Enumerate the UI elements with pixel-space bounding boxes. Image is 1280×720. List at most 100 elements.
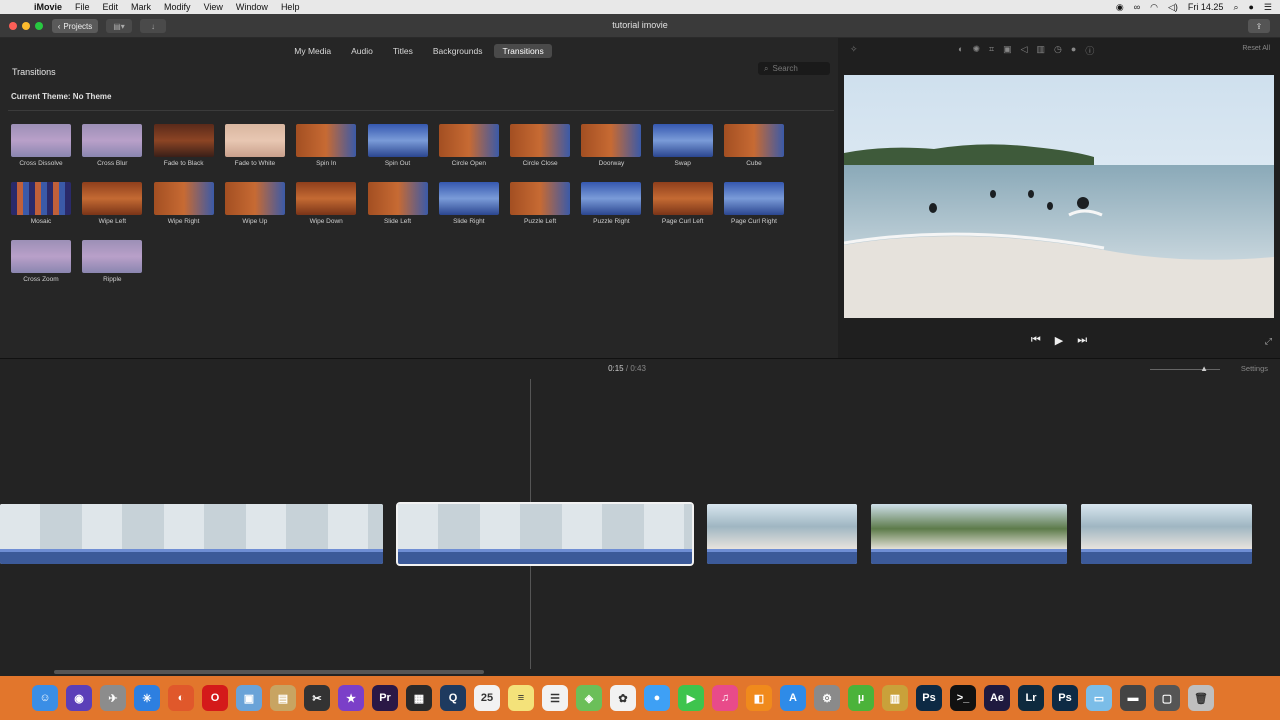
speed-icon[interactable]: ◷ [1054, 44, 1062, 57]
tab-titles[interactable]: Titles [385, 44, 421, 58]
launchpad-icon[interactable]: ✈ [100, 685, 126, 711]
ibooks-icon[interactable]: ◧ [746, 685, 772, 711]
spotlight-icon[interactable]: ⌕ [1233, 2, 1238, 13]
transition-item[interactable]: Spin Out [367, 124, 428, 167]
preview-icon[interactable]: ▣ [236, 685, 262, 711]
clapper-icon[interactable]: ▦ [406, 685, 432, 711]
menu-modify[interactable]: Modify [164, 2, 191, 12]
equalizer-icon[interactable]: ▥ [1037, 44, 1046, 57]
wifi-icon[interactable]: ◠ [1150, 2, 1158, 13]
transition-item[interactable]: Page Curl Left [652, 182, 713, 225]
itunes-icon[interactable]: ♫ [712, 685, 738, 711]
volume-adjust-icon[interactable]: ◁ [1021, 44, 1028, 57]
final-cut-icon[interactable]: ✂ [304, 685, 330, 711]
photoshop-icon[interactable]: Ps [916, 685, 942, 711]
transition-item[interactable]: Doorway [581, 124, 642, 167]
clock[interactable]: Fri 14.25 [1188, 2, 1224, 12]
skip-back-icon[interactable]: ⏮ [1031, 334, 1041, 347]
timeline-clip[interactable] [0, 504, 383, 564]
quicktime-icon[interactable]: Q [440, 685, 466, 711]
transition-item[interactable]: Puzzle Left [510, 182, 571, 225]
timeline-clip[interactable] [1081, 504, 1252, 564]
video-preview[interactable] [844, 75, 1274, 318]
transition-item[interactable]: Fade to White [224, 124, 285, 167]
after-effects-icon[interactable]: Ae [984, 685, 1010, 711]
transition-item[interactable]: Puzzle Right [581, 182, 642, 225]
transition-item[interactable]: Ripple [82, 240, 143, 283]
share-icon[interactable]: ⇪ [1248, 19, 1270, 33]
transition-item[interactable]: Cube [724, 124, 784, 167]
window-icon[interactable]: ▬ [1120, 685, 1146, 711]
timeline-clip[interactable] [396, 502, 694, 566]
firefox-icon[interactable]: ◐ [168, 685, 194, 711]
maps-icon[interactable]: ◈ [576, 685, 602, 711]
fullscreen-icon[interactable]: ⤢ [1265, 336, 1272, 347]
crop-icon[interactable]: ⌗ [989, 44, 994, 57]
timeline-clip[interactable] [707, 504, 857, 564]
notification-center-icon[interactable]: ☰ [1264, 2, 1272, 13]
photoshop-2-icon[interactable]: Ps [1052, 685, 1078, 711]
utorrent-icon[interactable]: µ [848, 685, 874, 711]
downloads-folder-icon[interactable]: ▭ [1086, 685, 1112, 711]
transition-item[interactable]: Mosaic [11, 182, 71, 225]
transition-item[interactable]: Slide Left [367, 182, 428, 225]
search-field[interactable]: ⌕ Search [758, 62, 830, 75]
opera-icon[interactable]: O [202, 685, 228, 711]
premiere-icon[interactable]: Pr [372, 685, 398, 711]
record-icon[interactable]: ◉ [1116, 2, 1124, 13]
filter-icon[interactable]: ● [1071, 44, 1076, 57]
transition-item[interactable]: Wipe Up [224, 182, 285, 225]
transition-item[interactable]: Slide Right [438, 182, 499, 225]
archive-icon[interactable]: ▥ [882, 685, 908, 711]
notes-icon[interactable]: ≡ [508, 685, 534, 711]
transition-item[interactable]: Page Curl Right [724, 182, 784, 225]
transition-item[interactable]: Cross Dissolve [11, 124, 71, 167]
messages-icon[interactable]: ● [644, 685, 670, 711]
menu-edit[interactable]: Edit [103, 2, 119, 12]
menu-window[interactable]: Window [236, 2, 268, 12]
transition-item[interactable]: Swap [652, 124, 713, 167]
lightroom-icon[interactable]: Lr [1018, 685, 1044, 711]
transition-item[interactable]: Cross Blur [82, 124, 143, 167]
facetime-icon[interactable]: ▶ [678, 685, 704, 711]
notes-folder-icon[interactable]: ▤ [270, 685, 296, 711]
finder-icon[interactable]: ☺ [32, 685, 58, 711]
screen-icon[interactable]: ▢ [1154, 685, 1180, 711]
safari-icon[interactable]: ✳ [134, 685, 160, 711]
transition-item[interactable]: Cross Zoom [11, 240, 71, 283]
stabilization-icon[interactable]: ▣ [1003, 44, 1012, 57]
settings-button[interactable]: Settings [1241, 364, 1268, 373]
terminal-icon[interactable]: >_ [950, 685, 976, 711]
transition-item[interactable]: Spin In [296, 124, 357, 167]
timeline-clip[interactable] [871, 504, 1067, 564]
transition-item[interactable]: Circle Open [438, 124, 499, 167]
menu-file[interactable]: File [75, 2, 90, 12]
transition-item[interactable]: Circle Close [510, 124, 571, 167]
skip-forward-icon[interactable]: ⏭ [1077, 334, 1087, 347]
transition-item[interactable]: Wipe Left [82, 182, 143, 225]
zoom-slider-track[interactable] [1150, 369, 1220, 370]
play-icon[interactable]: ▶ [1055, 334, 1063, 347]
horizontal-scrollbar[interactable] [54, 670, 484, 674]
transition-item[interactable]: Wipe Down [296, 182, 357, 225]
reset-all-button[interactable]: Reset All [1242, 45, 1270, 52]
color-balance-icon[interactable]: ◐ [958, 44, 963, 57]
tab-my-media[interactable]: My Media [286, 44, 339, 58]
menu-app[interactable]: iMovie [34, 2, 62, 12]
imovie-icon[interactable]: ★ [338, 685, 364, 711]
photos-icon[interactable]: ✿ [610, 685, 636, 711]
tab-backgrounds[interactable]: Backgrounds [425, 44, 491, 58]
user-icon[interactable]: ● [1248, 2, 1253, 12]
transition-item[interactable]: Wipe Right [153, 182, 214, 225]
menu-mark[interactable]: Mark [131, 2, 151, 12]
system-preferences-icon[interactable]: ⚙ [814, 685, 840, 711]
menu-help[interactable]: Help [281, 2, 300, 12]
tab-transitions[interactable]: Transitions [494, 44, 552, 58]
creative-cloud-icon[interactable]: ∞ [1134, 2, 1140, 12]
app-store-icon[interactable]: A [780, 685, 806, 711]
calendar-icon[interactable]: 25 [474, 685, 500, 711]
siri-icon[interactable]: ◉ [66, 685, 92, 711]
reminders-icon[interactable]: ☰ [542, 685, 568, 711]
magic-wand-icon[interactable]: ✧ [850, 44, 858, 55]
tab-audio[interactable]: Audio [343, 44, 381, 58]
